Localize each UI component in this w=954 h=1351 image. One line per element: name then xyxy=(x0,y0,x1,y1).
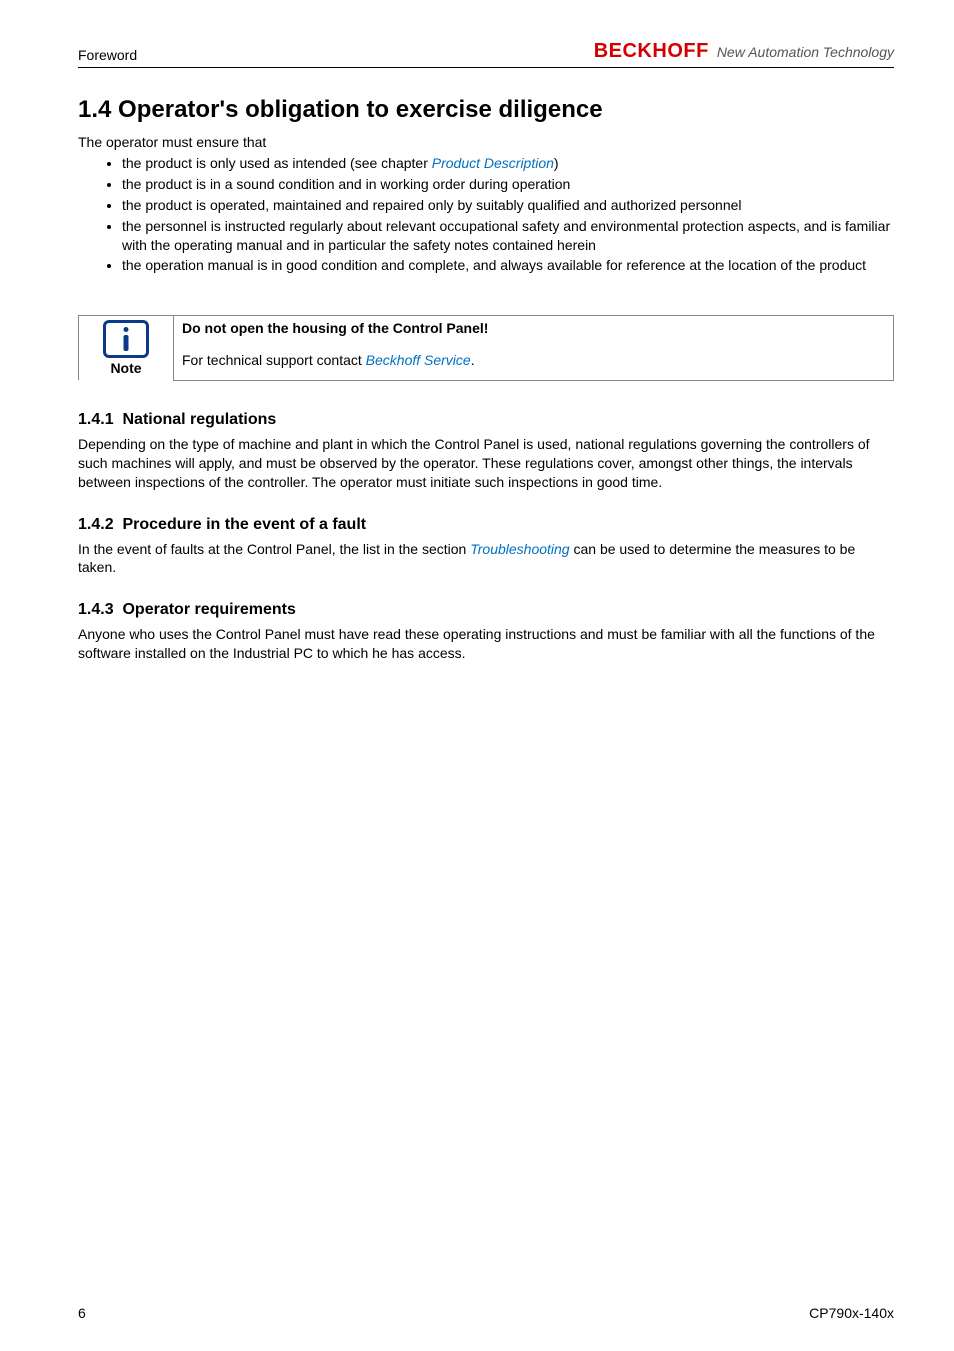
subsection-heading: 1.4.1 National regulations xyxy=(78,411,894,429)
header-section-name: Foreword xyxy=(78,47,137,63)
list-item: the personnel is instructed regularly ab… xyxy=(122,217,894,255)
section-heading: 1.4 Operator's obligation to exercise di… xyxy=(78,96,894,124)
page-footer: 6 CP790x-140x xyxy=(78,1285,894,1321)
list-item: the product is in a sound condition and … xyxy=(122,175,894,194)
subsection-number: 1.4.3 xyxy=(78,601,114,618)
intro-text: The operator must ensure that xyxy=(78,134,894,150)
bullet-list: the product is only used as intended (se… xyxy=(78,154,894,277)
subsection-body: Anyone who uses the Control Panel must h… xyxy=(78,625,894,663)
subsection-heading: 1.4.3 Operator requirements xyxy=(78,601,894,619)
document-id: CP790x-140x xyxy=(809,1305,894,1321)
page-header: Foreword BECKHOFF New Automation Technol… xyxy=(78,40,894,68)
subsection-title: National regulations xyxy=(122,411,276,428)
note-icon-cell: Note xyxy=(79,316,174,381)
product-description-link[interactable]: Product Description xyxy=(432,155,554,171)
subsection-number: 1.4.2 xyxy=(78,516,114,533)
troubleshooting-link[interactable]: Troubleshooting xyxy=(470,541,569,557)
brand-tagline: New Automation Technology xyxy=(717,44,894,60)
beckhoff-logo: BECKHOFF xyxy=(594,40,709,63)
note-title: Do not open the housing of the Control P… xyxy=(182,320,488,336)
note-body-pre: For technical support contact xyxy=(182,352,366,368)
list-text: the product is in a sound condition and … xyxy=(122,176,570,192)
note-label: Note xyxy=(87,360,165,376)
list-text: the operation manual is in good conditio… xyxy=(122,257,866,273)
note-body-post: . xyxy=(471,352,475,368)
list-text: the personnel is instructed regularly ab… xyxy=(122,218,890,253)
list-item: the operation manual is in good conditio… xyxy=(122,256,894,275)
beckhoff-service-link[interactable]: Beckhoff Service xyxy=(366,352,471,368)
subsection-body: Depending on the type of machine and pla… xyxy=(78,435,894,492)
list-text-post: ) xyxy=(554,155,559,171)
section-number: 1.4 xyxy=(78,96,111,123)
list-text: the product is only used as intended (se… xyxy=(122,155,432,171)
note-title-cell: Do not open the housing of the Control P… xyxy=(174,316,894,348)
list-item: the product is only used as intended (se… xyxy=(122,154,894,173)
list-item: the product is operated, maintained and … xyxy=(122,196,894,215)
list-text: the product is operated, maintained and … xyxy=(122,197,742,213)
subsection-number: 1.4.1 xyxy=(78,411,114,428)
page-number: 6 xyxy=(78,1305,86,1321)
subsection-title: Procedure in the event of a fault xyxy=(122,516,366,533)
info-icon xyxy=(103,320,149,358)
subsection-body: In the event of faults at the Control Pa… xyxy=(78,540,894,578)
section-title: Operator's obligation to exercise dilige… xyxy=(118,96,603,123)
note-box: Note Do not open the housing of the Cont… xyxy=(78,315,894,381)
note-body-cell: For technical support contact Beckhoff S… xyxy=(174,348,894,380)
subsection-title: Operator requirements xyxy=(122,601,295,618)
subsection-heading: 1.4.2 Procedure in the event of a fault xyxy=(78,516,894,534)
header-brand: BECKHOFF New Automation Technology xyxy=(594,40,894,63)
body-pre: In the event of faults at the Control Pa… xyxy=(78,541,470,557)
